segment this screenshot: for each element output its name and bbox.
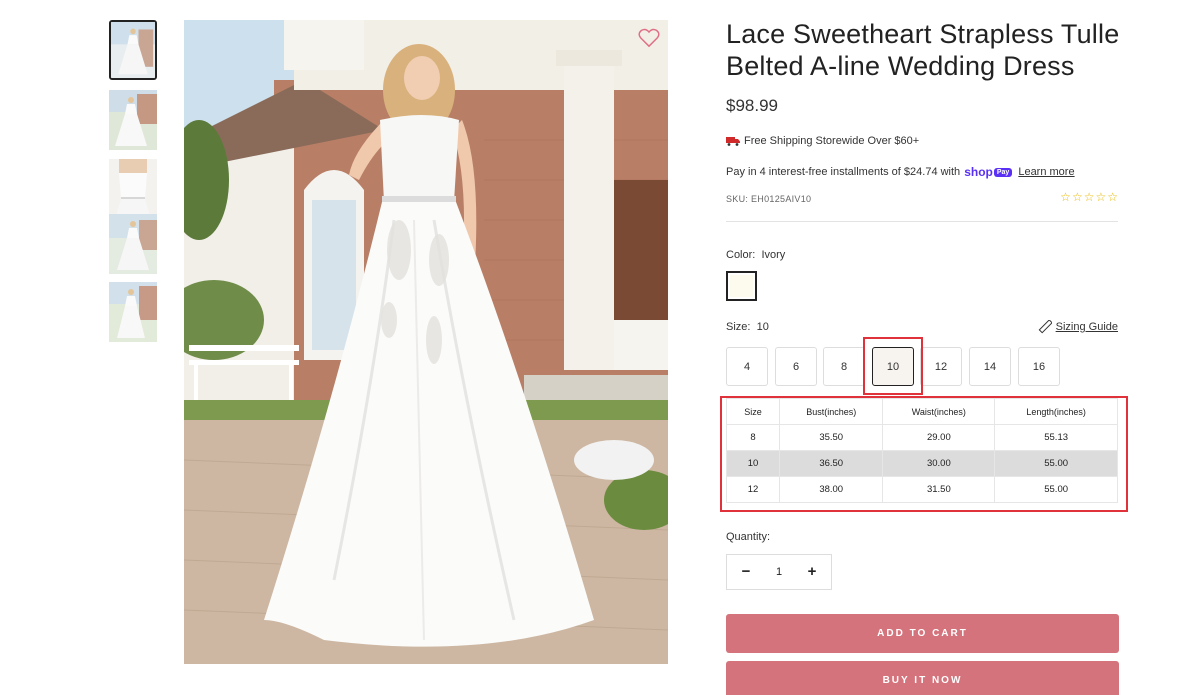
main-product-image[interactable] xyxy=(184,20,668,664)
heart-icon[interactable] xyxy=(638,28,660,48)
size-value: 10 xyxy=(756,321,769,333)
table-cell: 55.00 xyxy=(994,450,1118,477)
table-cell: 8 xyxy=(726,424,780,451)
quantity-stepper: − 1 + xyxy=(726,554,832,590)
table-cell: 36.50 xyxy=(778,450,884,477)
size-label: Size: 10 xyxy=(726,321,769,333)
divider xyxy=(726,221,1118,222)
thumbnail-1[interactable] xyxy=(109,20,157,80)
product-sku: SKU: EH0125AIV10 xyxy=(726,194,812,204)
table-cell: 55.00 xyxy=(994,476,1118,503)
table-header-row: Size Bust(inches) Waist(inches) Length(i… xyxy=(726,398,1118,425)
table-cell: 10 xyxy=(726,450,780,477)
quantity-label: Quantity: xyxy=(726,531,771,543)
installments-notice: Pay in 4 interest-free installments of $… xyxy=(726,165,1075,179)
table-row: 12 38.00 31.50 55.00 xyxy=(726,476,1118,503)
thumbnail-5[interactable] xyxy=(109,282,157,342)
thumbnail-2[interactable] xyxy=(109,90,157,150)
color-label: Color: Ivory xyxy=(726,249,786,261)
size-option-14[interactable]: 14 xyxy=(969,347,1011,386)
table-row-highlighted: 10 36.50 30.00 55.00 xyxy=(726,450,1118,477)
quantity-decrease-button[interactable]: − xyxy=(739,564,753,579)
product-price: $98.99 xyxy=(726,96,778,115)
thumbnail-4[interactable] xyxy=(109,214,157,274)
table-row: 8 35.50 29.00 55.13 xyxy=(726,424,1118,451)
shipping-notice: Free Shipping Storewide Over $60+ xyxy=(726,135,919,147)
column-header-bust: Bust(inches) xyxy=(778,398,884,425)
star-icon: ☆ xyxy=(1083,190,1095,204)
installments-text: Pay in 4 interest-free installments of $… xyxy=(726,166,961,178)
shop-pay-logo: shop xyxy=(964,165,993,179)
column-header-size: Size xyxy=(726,398,780,425)
size-option-4[interactable]: 4 xyxy=(726,347,768,386)
star-icon: ☆ xyxy=(1095,190,1107,204)
size-option-8[interactable]: 8 xyxy=(823,347,865,386)
color-swatch-ivory[interactable] xyxy=(726,271,757,301)
product-title: Lace Sweetheart Strapless Tulle Belted A… xyxy=(726,19,1120,81)
table-cell: 30.00 xyxy=(882,450,996,477)
size-option-16[interactable]: 16 xyxy=(1018,347,1060,386)
truck-icon xyxy=(726,137,740,146)
table-cell: 31.50 xyxy=(882,476,996,503)
rating-stars[interactable]: ☆ ☆ ☆ ☆ ☆ xyxy=(1060,191,1118,203)
table-cell: 35.50 xyxy=(778,424,884,451)
size-option-12[interactable]: 12 xyxy=(920,347,962,386)
star-icon: ☆ xyxy=(1071,190,1083,204)
quantity-increase-button[interactable]: + xyxy=(805,564,819,579)
column-header-length: Length(inches) xyxy=(994,398,1118,425)
table-cell: 55.13 xyxy=(994,424,1118,451)
size-option-10[interactable]: 10 xyxy=(872,347,914,386)
star-icon: ☆ xyxy=(1107,190,1118,204)
sizing-guide-link[interactable]: Sizing Guide xyxy=(1038,320,1118,334)
shop-pay-badge: Pay xyxy=(993,167,1013,177)
column-header-waist: Waist(inches) xyxy=(882,398,996,425)
thumbnail-3[interactable] xyxy=(109,159,157,219)
table-cell: 12 xyxy=(726,476,780,503)
add-to-cart-button[interactable]: ADD TO CART xyxy=(726,614,1119,653)
shipping-text: Free Shipping Storewide Over $60+ xyxy=(744,135,920,147)
color-value: Ivory xyxy=(761,249,786,261)
buy-now-button[interactable]: BUY IT NOW xyxy=(726,661,1119,695)
ruler-icon xyxy=(1038,320,1052,334)
star-icon: ☆ xyxy=(1060,190,1071,204)
table-cell: 38.00 xyxy=(778,476,884,503)
learn-more-link[interactable]: Learn more xyxy=(1018,166,1074,178)
quantity-value[interactable]: 1 xyxy=(776,566,782,578)
size-chart-table: Size Bust(inches) Waist(inches) Length(i… xyxy=(726,398,1118,503)
table-cell: 29.00 xyxy=(882,424,996,451)
size-option-6[interactable]: 6 xyxy=(775,347,817,386)
